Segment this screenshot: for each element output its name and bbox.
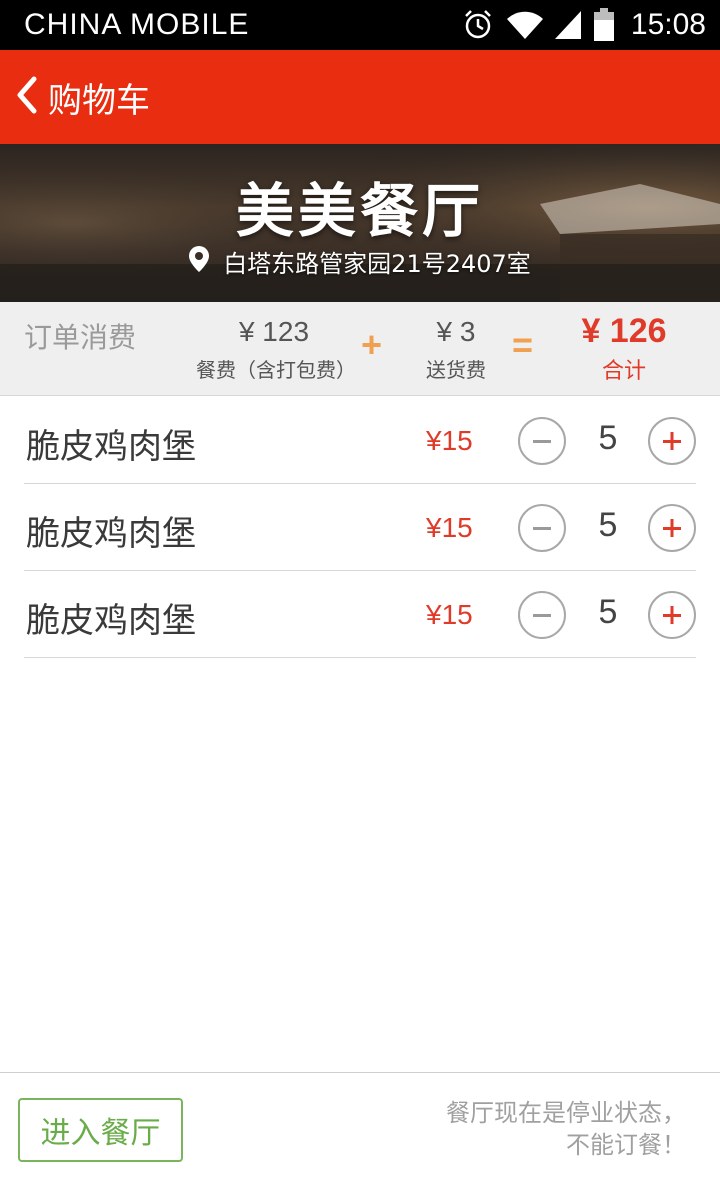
nav-bar: 购物车: [0, 50, 720, 144]
plus-icon: [663, 432, 681, 450]
total-amount: ¥ 126 合计: [556, 312, 692, 385]
chevron-left-icon: [14, 75, 40, 119]
back-button[interactable]: 购物车: [14, 68, 150, 126]
increase-quantity-button[interactable]: [648, 591, 696, 639]
delivery-fee-caption: 送货费: [426, 358, 486, 382]
wifi-icon: [505, 9, 545, 41]
food-fee-value: ¥ 123: [238, 316, 310, 347]
status-bar: CHINA MOBILE 15:08: [0, 0, 720, 50]
enter-restaurant-button[interactable]: 进入餐厅: [18, 1098, 183, 1162]
minus-icon: [533, 527, 551, 530]
delivery-fee-value: ¥ 3: [436, 316, 476, 347]
summary-label: 订单消费: [24, 321, 137, 354]
item-name: 脆皮鸡肉堡: [26, 427, 196, 467]
total-value: ¥ 126: [581, 312, 667, 350]
plus-icon: [663, 606, 681, 624]
address-row: 白塔东路管家园21号2407室: [0, 244, 720, 279]
minus-icon: [533, 614, 551, 617]
cart-item: 脆皮鸡肉堡 ¥15 5: [24, 484, 696, 571]
item-quantity: 5: [598, 506, 618, 544]
battery-icon: [593, 8, 615, 42]
cart-item: 脆皮鸡肉堡 ¥15 5: [24, 571, 696, 658]
item-quantity: 5: [598, 419, 618, 457]
cart-item-list: 脆皮鸡肉堡 ¥15 5 脆皮鸡肉堡 ¥15 5 脆皮鸡肉堡 ¥15 5: [0, 397, 720, 658]
minus-icon: [533, 440, 551, 443]
plus-sign: +: [361, 324, 383, 365]
food-fee: ¥ 123 餐费（含打包费）: [196, 316, 356, 383]
decrease-quantity-button[interactable]: [518, 591, 566, 639]
location-pin-icon: [189, 245, 210, 278]
item-name: 脆皮鸡肉堡: [26, 514, 196, 554]
footer-bar: 进入餐厅 餐厅现在是停业状态， 不能订餐！: [0, 1072, 720, 1184]
closed-notice-line1: 餐厅现在是停业状态，: [446, 1099, 686, 1127]
item-quantity: 5: [598, 593, 618, 631]
item-name: 脆皮鸡肉堡: [26, 601, 196, 641]
closed-notice-line2: 不能订餐！: [566, 1131, 686, 1159]
cart-item: 脆皮鸡肉堡 ¥15 5: [24, 397, 696, 484]
status-icons: 15:08: [461, 6, 706, 44]
carrier-name: CHINA MOBILE: [24, 8, 250, 41]
equals-sign: =: [512, 324, 534, 365]
closed-notice: 餐厅现在是停业状态， 不能订餐！: [386, 1097, 686, 1161]
item-price: ¥15: [426, 512, 473, 543]
page-title: 购物车: [48, 80, 150, 121]
total-caption: 合计: [601, 359, 646, 384]
item-price: ¥15: [426, 599, 473, 630]
decrease-quantity-button[interactable]: [518, 504, 566, 552]
signal-icon: [554, 9, 583, 41]
restaurant-name: 美美餐厅: [235, 177, 484, 245]
restaurant-address: 白塔东路管家园21号2407室: [223, 250, 531, 278]
clock-time: 15:08: [630, 8, 706, 41]
delivery-fee: ¥ 3 送货费: [416, 316, 496, 383]
restaurant-banner: 美美餐厅 白塔东路管家园21号2407室: [0, 144, 720, 302]
food-fee-caption: 餐费（含打包费）: [196, 358, 356, 382]
item-price: ¥15: [426, 425, 473, 456]
increase-quantity-button[interactable]: [648, 504, 696, 552]
decrease-quantity-button[interactable]: [518, 417, 566, 465]
alarm-icon: [461, 8, 495, 42]
order-summary: 订单消费 ¥ 123 餐费（含打包费） + ¥ 3 送货费 = ¥ 126 合计: [0, 302, 720, 396]
increase-quantity-button[interactable]: [648, 417, 696, 465]
plus-icon: [663, 519, 681, 537]
